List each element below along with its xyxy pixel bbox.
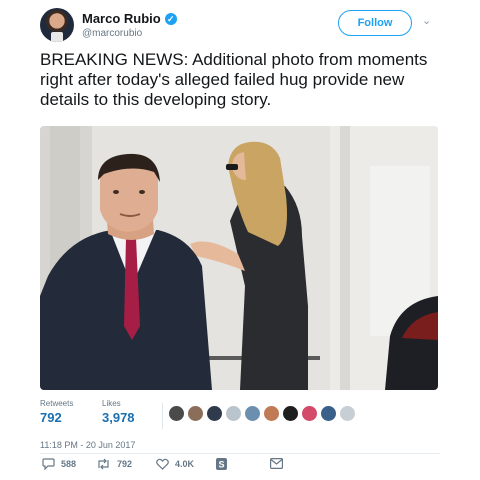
retweet-count: 792 <box>117 459 133 469</box>
liker-avatar[interactable] <box>320 405 337 422</box>
liker-avatar[interactable] <box>244 405 261 422</box>
retweets-value: 792 <box>40 410 62 425</box>
author-name-line: Marco Rubio ✓ <box>82 11 177 26</box>
retweet-icon <box>98 458 109 470</box>
liker-avatars <box>168 405 356 422</box>
liker-avatar[interactable] <box>263 405 280 422</box>
author-handle[interactable]: @marcorubio <box>82 28 142 39</box>
author-avatar[interactable] <box>40 8 74 42</box>
engagement-row: Retweets 792 Likes 3,978 <box>40 399 440 435</box>
stats-divider <box>162 403 163 429</box>
message-action[interactable] <box>270 458 283 469</box>
likes-stat[interactable]: Likes 3,978 <box>102 399 135 425</box>
retweets-stat[interactable]: Retweets 792 <box>40 399 73 425</box>
liker-avatar[interactable] <box>187 405 204 422</box>
svg-text:S: S <box>218 460 224 470</box>
heart-icon <box>156 458 169 470</box>
s-badge-action[interactable]: S <box>216 458 227 470</box>
liker-avatar[interactable] <box>206 405 223 422</box>
tweet-timestamp[interactable]: 11:18 PM - 20 Jun 2017 <box>40 440 135 450</box>
follow-button[interactable]: Follow <box>338 10 412 36</box>
likes-value: 3,978 <box>102 410 135 425</box>
verified-badge-icon: ✓ <box>164 12 177 25</box>
photo-image <box>40 126 438 390</box>
like-count: 4.0K <box>175 459 195 469</box>
tweet-photo[interactable] <box>40 126 438 390</box>
liker-avatar[interactable] <box>339 405 356 422</box>
author-name[interactable]: Marco Rubio <box>82 11 161 26</box>
chevron-down-icon[interactable]: ⌄ <box>422 14 431 27</box>
tweet-header: Marco Rubio ✓ @marcorubio Follow ⌄ <box>40 8 450 44</box>
tweet-text: BREAKING NEWS: Additional photo from mom… <box>40 50 428 109</box>
tweet-actions: 588 792 4.0K S <box>40 458 440 476</box>
liker-avatar[interactable] <box>225 405 242 422</box>
liker-avatar[interactable] <box>301 405 318 422</box>
envelope-icon <box>270 458 283 469</box>
retweets-label: Retweets <box>40 399 74 408</box>
retweet-action[interactable]: 792 <box>96 458 132 470</box>
divider <box>40 453 440 454</box>
reply-count: 588 <box>61 459 77 469</box>
s-badge-icon: S <box>216 458 227 470</box>
like-action[interactable]: 4.0K <box>156 458 194 470</box>
likes-label: Likes <box>102 399 121 408</box>
liker-avatar[interactable] <box>168 405 185 422</box>
reply-action[interactable]: 588 <box>42 458 76 470</box>
liker-avatar[interactable] <box>282 405 299 422</box>
reply-icon <box>42 458 55 470</box>
